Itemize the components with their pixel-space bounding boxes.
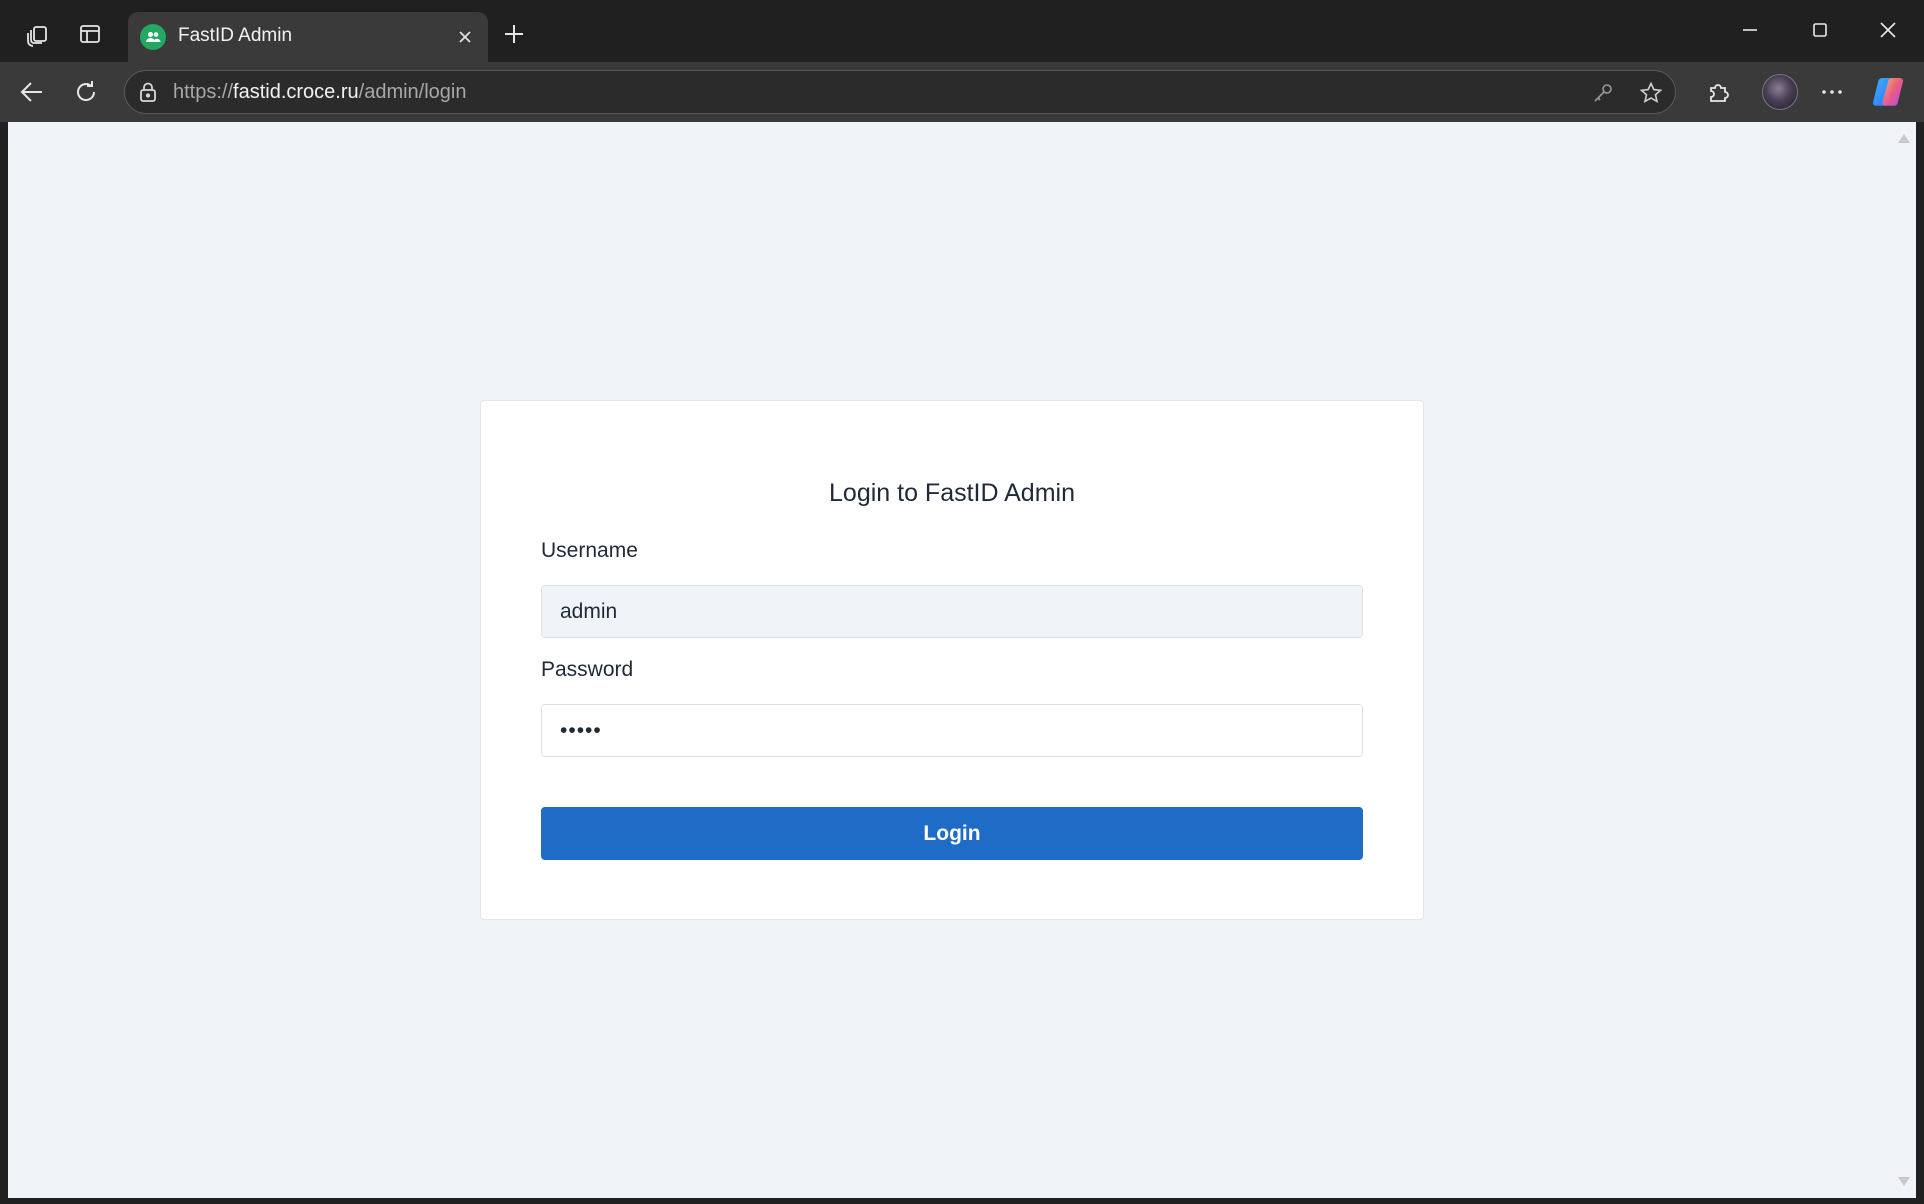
address-bar[interactable]: https://fastid.croce.ru/admin/login xyxy=(124,70,1676,114)
site-favicon-icon xyxy=(140,24,166,50)
password-input[interactable]: ••••• xyxy=(541,704,1363,757)
password-key-icon[interactable] xyxy=(1591,81,1615,105)
more-options-icon[interactable] xyxy=(1814,74,1850,110)
username-input[interactable]: admin xyxy=(541,585,1363,638)
copilot-icon[interactable] xyxy=(1872,76,1906,108)
page-viewport: Login to FastID Admin Username admin Pas… xyxy=(8,122,1916,1198)
username-label: Username xyxy=(541,539,638,562)
url-text: https://fastid.croce.ru/admin/login xyxy=(173,81,466,104)
login-card: Login to FastID Admin Username admin Pas… xyxy=(480,400,1424,920)
url-path: /admin/login xyxy=(358,81,467,103)
favorite-star-icon[interactable] xyxy=(1639,81,1663,105)
browser-toolbar: https://fastid.croce.ru/admin/login xyxy=(0,62,1924,122)
url-scheme: https:// xyxy=(173,81,234,103)
page-title: Login to FastID Admin xyxy=(829,479,1075,507)
workspaces-icon[interactable] xyxy=(22,18,54,50)
close-tab-icon[interactable] xyxy=(452,24,478,50)
profile-avatar[interactable] xyxy=(1762,74,1798,110)
new-tab-button[interactable] xyxy=(498,18,530,50)
back-arrow-icon[interactable] xyxy=(14,74,50,110)
lock-icon[interactable] xyxy=(137,81,159,103)
close-window-icon[interactable] xyxy=(1858,10,1918,50)
scroll-up-arrow-icon[interactable] xyxy=(1898,134,1910,143)
scroll-down-arrow-icon[interactable] xyxy=(1898,1177,1910,1186)
login-button[interactable]: Login xyxy=(541,807,1363,860)
browser-titlebar: FastID Admin xyxy=(0,0,1924,62)
refresh-icon[interactable] xyxy=(68,74,104,110)
password-label: Password xyxy=(541,658,634,681)
tab-actions-icon[interactable] xyxy=(74,18,106,50)
extensions-puzzle-icon[interactable] xyxy=(1700,74,1736,110)
browser-tab-active[interactable]: FastID Admin xyxy=(128,12,488,62)
maximize-window-icon[interactable] xyxy=(1790,10,1850,50)
minimize-window-icon[interactable] xyxy=(1720,10,1780,50)
tab-title: FastID Admin xyxy=(178,25,293,46)
url-host: fastid.croce.ru xyxy=(233,81,359,103)
